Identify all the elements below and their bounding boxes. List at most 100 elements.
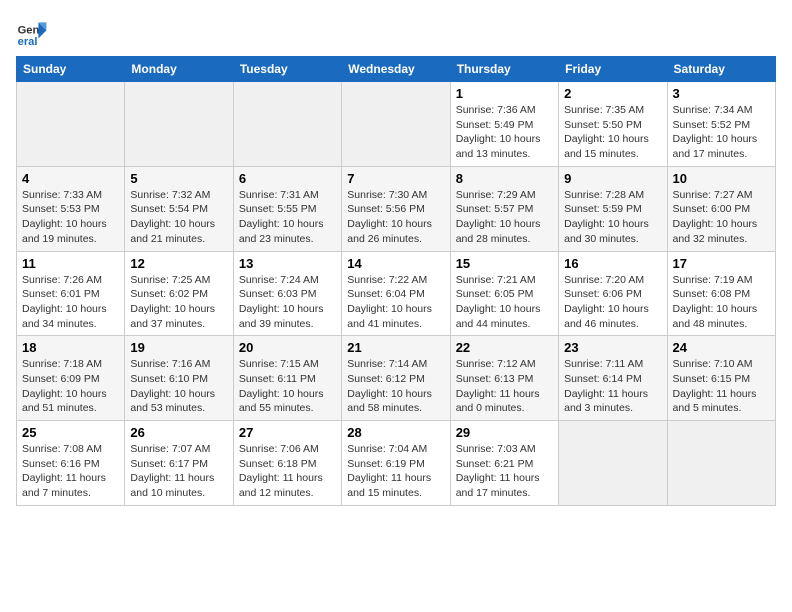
day-info: Sunrise: 7:21 AMSunset: 6:05 PMDaylight:… — [456, 273, 553, 332]
day-number: 19 — [130, 340, 227, 355]
calendar-week-row: 4 Sunrise: 7:33 AMSunset: 5:53 PMDaylight… — [17, 166, 776, 251]
calendar-cell: 11 Sunrise: 7:26 AMSunset: 6:01 PMDayligh… — [17, 251, 125, 336]
day-info: Sunrise: 7:16 AMSunset: 6:10 PMDaylight:… — [130, 357, 227, 416]
day-number: 13 — [239, 256, 336, 271]
calendar-cell: 2 Sunrise: 7:35 AMSunset: 5:50 PMDaylight… — [559, 82, 667, 167]
day-info: Sunrise: 7:03 AMSunset: 6:21 PMDaylight:… — [456, 442, 553, 501]
day-info: Sunrise: 7:06 AMSunset: 6:18 PMDaylight:… — [239, 442, 336, 501]
day-number: 25 — [22, 425, 119, 440]
calendar-cell: 24 Sunrise: 7:10 AMSunset: 6:15 PMDayligh… — [667, 336, 775, 421]
calendar-cell: 28 Sunrise: 7:04 AMSunset: 6:19 PMDayligh… — [342, 421, 450, 506]
weekday-header-wednesday: Wednesday — [342, 57, 450, 82]
calendar-cell: 23 Sunrise: 7:11 AMSunset: 6:14 PMDayligh… — [559, 336, 667, 421]
day-info: Sunrise: 7:25 AMSunset: 6:02 PMDaylight:… — [130, 273, 227, 332]
calendar-cell: 10 Sunrise: 7:27 AMSunset: 6:00 PMDayligh… — [667, 166, 775, 251]
logo: Gen eral — [16, 16, 52, 48]
calendar-table: SundayMondayTuesdayWednesdayThursdayFrid… — [16, 56, 776, 506]
day-info: Sunrise: 7:32 AMSunset: 5:54 PMDaylight:… — [130, 188, 227, 247]
day-info: Sunrise: 7:08 AMSunset: 6:16 PMDaylight:… — [22, 442, 119, 501]
page-header: Gen eral — [16, 16, 776, 48]
day-number: 12 — [130, 256, 227, 271]
calendar-cell — [667, 421, 775, 506]
weekday-header-friday: Friday — [559, 57, 667, 82]
day-number: 11 — [22, 256, 119, 271]
svg-text:Gen: Gen — [18, 25, 40, 37]
day-info: Sunrise: 7:20 AMSunset: 6:06 PMDaylight:… — [564, 273, 661, 332]
day-number: 15 — [456, 256, 553, 271]
day-info: Sunrise: 7:33 AMSunset: 5:53 PMDaylight:… — [22, 188, 119, 247]
day-info: Sunrise: 7:26 AMSunset: 6:01 PMDaylight:… — [22, 273, 119, 332]
day-info: Sunrise: 7:34 AMSunset: 5:52 PMDaylight:… — [673, 103, 770, 162]
day-number: 22 — [456, 340, 553, 355]
calendar-week-row: 1Sunrise: 7:36 AMSunset: 5:49 PMDaylight… — [17, 82, 776, 167]
calendar-cell: 13 Sunrise: 7:24 AMSunset: 6:03 PMDayligh… — [233, 251, 341, 336]
calendar-cell — [342, 82, 450, 167]
day-number: 5 — [130, 171, 227, 186]
day-info: Sunrise: 7:24 AMSunset: 6:03 PMDaylight:… — [239, 273, 336, 332]
calendar-cell: 6 Sunrise: 7:31 AMSunset: 5:55 PMDaylight… — [233, 166, 341, 251]
calendar-cell: 27 Sunrise: 7:06 AMSunset: 6:18 PMDayligh… — [233, 421, 341, 506]
day-info: Sunrise: 7:04 AMSunset: 6:19 PMDaylight:… — [347, 442, 444, 501]
calendar-cell — [17, 82, 125, 167]
day-number: 7 — [347, 171, 444, 186]
calendar-cell: 4 Sunrise: 7:33 AMSunset: 5:53 PMDaylight… — [17, 166, 125, 251]
svg-text:eral: eral — [18, 36, 38, 48]
calendar-cell: 15 Sunrise: 7:21 AMSunset: 6:05 PMDayligh… — [450, 251, 558, 336]
day-info: Sunrise: 7:15 AMSunset: 6:11 PMDaylight:… — [239, 357, 336, 416]
calendar-cell — [233, 82, 341, 167]
day-number: 23 — [564, 340, 661, 355]
calendar-week-row: 25 Sunrise: 7:08 AMSunset: 6:16 PMDayligh… — [17, 421, 776, 506]
day-number: 29 — [456, 425, 553, 440]
day-number: 21 — [347, 340, 444, 355]
calendar-cell: 21 Sunrise: 7:14 AMSunset: 6:12 PMDayligh… — [342, 336, 450, 421]
calendar-cell: 8 Sunrise: 7:29 AMSunset: 5:57 PMDaylight… — [450, 166, 558, 251]
day-number: 6 — [239, 171, 336, 186]
calendar-cell: 17Sunrise: 7:19 AMSunset: 6:08 PMDayligh… — [667, 251, 775, 336]
day-number: 27 — [239, 425, 336, 440]
weekday-header-row: SundayMondayTuesdayWednesdayThursdayFrid… — [17, 57, 776, 82]
day-number: 20 — [239, 340, 336, 355]
calendar-cell: 20 Sunrise: 7:15 AMSunset: 6:11 PMDayligh… — [233, 336, 341, 421]
day-number: 2 — [564, 86, 661, 101]
day-number: 1 — [456, 86, 553, 101]
calendar-cell — [125, 82, 233, 167]
day-number: 14 — [347, 256, 444, 271]
calendar-cell — [559, 421, 667, 506]
calendar-cell: 22 Sunrise: 7:12 AMSunset: 6:13 PMDayligh… — [450, 336, 558, 421]
day-info: Sunrise: 7:11 AMSunset: 6:14 PMDaylight:… — [564, 357, 661, 416]
calendar-cell: 25 Sunrise: 7:08 AMSunset: 6:16 PMDayligh… — [17, 421, 125, 506]
day-number: 26 — [130, 425, 227, 440]
day-info: Sunrise: 7:19 AMSunset: 6:08 PMDaylight:… — [673, 273, 770, 332]
calendar-cell: 12 Sunrise: 7:25 AMSunset: 6:02 PMDayligh… — [125, 251, 233, 336]
day-info: Sunrise: 7:10 AMSunset: 6:15 PMDaylight:… — [673, 357, 770, 416]
calendar-cell: 26 Sunrise: 7:07 AMSunset: 6:17 PMDayligh… — [125, 421, 233, 506]
day-info: Sunrise: 7:27 AMSunset: 6:00 PMDaylight:… — [673, 188, 770, 247]
calendar-cell: 16Sunrise: 7:20 AMSunset: 6:06 PMDayligh… — [559, 251, 667, 336]
day-info: Sunrise: 7:30 AMSunset: 5:56 PMDaylight:… — [347, 188, 444, 247]
weekday-header-sunday: Sunday — [17, 57, 125, 82]
calendar-week-row: 18 Sunrise: 7:18 AMSunset: 6:09 PMDayligh… — [17, 336, 776, 421]
day-info: Sunrise: 7:22 AMSunset: 6:04 PMDaylight:… — [347, 273, 444, 332]
day-info: Sunrise: 7:12 AMSunset: 6:13 PMDaylight:… — [456, 357, 553, 416]
day-info: Sunrise: 7:28 AMSunset: 5:59 PMDaylight:… — [564, 188, 661, 247]
day-info: Sunrise: 7:31 AMSunset: 5:55 PMDaylight:… — [239, 188, 336, 247]
calendar-week-row: 11 Sunrise: 7:26 AMSunset: 6:01 PMDayligh… — [17, 251, 776, 336]
day-info: Sunrise: 7:07 AMSunset: 6:17 PMDaylight:… — [130, 442, 227, 501]
calendar-cell: 14 Sunrise: 7:22 AMSunset: 6:04 PMDayligh… — [342, 251, 450, 336]
weekday-header-tuesday: Tuesday — [233, 57, 341, 82]
calendar-cell: 5 Sunrise: 7:32 AMSunset: 5:54 PMDaylight… — [125, 166, 233, 251]
calendar-cell: 9Sunrise: 7:28 AMSunset: 5:59 PMDaylight… — [559, 166, 667, 251]
day-info: Sunrise: 7:14 AMSunset: 6:12 PMDaylight:… — [347, 357, 444, 416]
day-number: 10 — [673, 171, 770, 186]
day-info: Sunrise: 7:18 AMSunset: 6:09 PMDaylight:… — [22, 357, 119, 416]
day-number: 8 — [456, 171, 553, 186]
day-number: 18 — [22, 340, 119, 355]
day-number: 3 — [673, 86, 770, 101]
day-info: Sunrise: 7:35 AMSunset: 5:50 PMDaylight:… — [564, 103, 661, 162]
day-info: Sunrise: 7:29 AMSunset: 5:57 PMDaylight:… — [456, 188, 553, 247]
logo-icon: Gen eral — [16, 16, 48, 48]
day-number: 24 — [673, 340, 770, 355]
day-number: 4 — [22, 171, 119, 186]
calendar-cell: 3 Sunrise: 7:34 AMSunset: 5:52 PMDaylight… — [667, 82, 775, 167]
day-number: 28 — [347, 425, 444, 440]
